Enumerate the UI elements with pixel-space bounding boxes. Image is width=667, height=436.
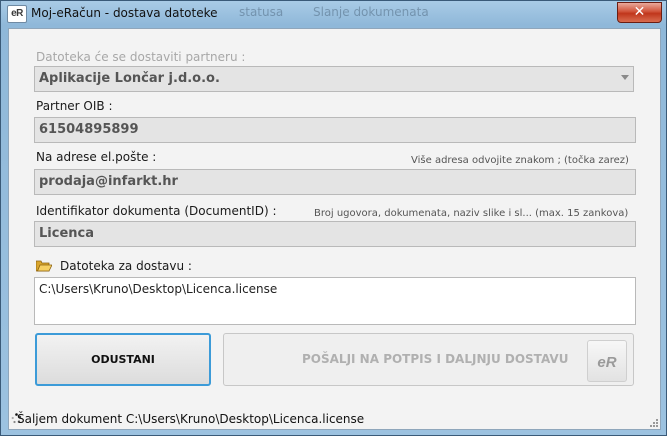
title-bar[interactable]: statusa Slanje dokumenata eR Moj-eRačun … — [1, 1, 666, 25]
docid-label: Identifikator dokumenta (DocumentID) : — [36, 204, 277, 218]
background-window-title: Slanje dokumenata — [313, 5, 429, 19]
email-label: Na adrese el.pošte : — [36, 150, 157, 164]
app-logo-icon: eR — [7, 5, 27, 23]
file-label: Datoteka za dostavu : — [60, 259, 192, 273]
email-value: prodaja@infarkt.hr — [39, 174, 178, 189]
resize-grip-icon[interactable] — [648, 417, 658, 427]
chevron-down-icon[interactable] — [621, 75, 629, 80]
window-title: Moj-eRačun - dostava datoteke — [31, 6, 218, 20]
status-text: Šaljem dokument C:\Users\Kruno\Desktop\L… — [17, 412, 365, 426]
partner-value: Aplikacije Lončar j.d.o.o. — [39, 71, 220, 86]
oib-value: 61504895899 — [39, 122, 139, 137]
docid-value: Licenca — [39, 226, 94, 241]
partner-select[interactable]: Aplikacije Lončar j.d.o.o. — [34, 66, 634, 92]
oib-label: Partner OIB : — [36, 99, 113, 113]
email-field[interactable]: prodaja@infarkt.hr — [34, 169, 636, 195]
er-logo-icon: eR — [587, 340, 627, 382]
oib-field[interactable]: 61504895899 — [34, 117, 636, 143]
send-button: POŠALJI NA POTPIS I DALJNJU DOSTAVU eR — [223, 333, 634, 386]
background-window-title: statusa — [239, 5, 284, 19]
cancel-button[interactable]: ODUSTANI — [35, 333, 211, 386]
dialog-body: Datoteka će se dostaviti partneru : Apli… — [8, 28, 661, 430]
file-path-textarea[interactable]: C:\Users\Kruno\Desktop\Licenca.license — [34, 277, 636, 325]
close-icon: ✕ — [633, 4, 646, 20]
docid-field[interactable]: Licenca — [34, 221, 636, 247]
close-button[interactable]: ✕ — [617, 2, 662, 23]
send-button-label: POŠALJI NA POTPIS I DALJNJU DOSTAVU — [302, 352, 569, 366]
email-hint: Više adresa odvojite znakom ; (točka zar… — [411, 155, 629, 166]
partner-label: Datoteka će se dostaviti partneru : — [36, 50, 246, 64]
folder-open-icon — [36, 260, 52, 272]
docid-hint: Broj ugovora, dokumenata, naziv slike i … — [314, 208, 629, 219]
dialog-window: statusa Slanje dokumenata eR Moj-eRačun … — [0, 0, 667, 436]
file-path-value: C:\Users\Kruno\Desktop\Licenca.license — [39, 282, 278, 296]
cancel-button-label: ODUSTANI — [91, 353, 155, 366]
